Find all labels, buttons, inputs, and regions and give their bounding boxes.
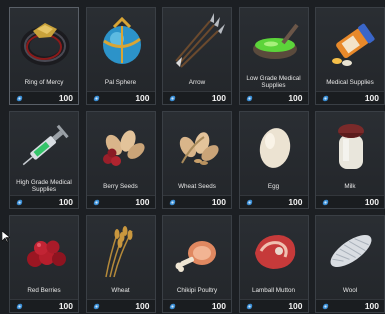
price-bar: 100 — [10, 195, 78, 208]
price-bar: 100 — [163, 91, 231, 104]
item-name: Pal Sphere — [104, 78, 137, 86]
pal-sphere-icon — [91, 12, 153, 72]
item-name: Medical Supplies — [326, 78, 374, 86]
poultry-icon — [167, 220, 229, 280]
price-bar: 100 — [239, 195, 308, 208]
item-name: High Grade Medical Supplies — [16, 179, 72, 193]
egg-icon — [244, 116, 306, 176]
price-bar: 100 — [316, 299, 384, 312]
item-slot-wheat[interactable]: Wheat 100 — [85, 215, 156, 313]
item-quantity: 100 — [364, 93, 379, 103]
item-name: Wheat — [111, 286, 130, 294]
medical-bowl-icon — [244, 12, 306, 72]
item-slot-medical-supplies[interactable]: Medical Supplies 100 — [315, 7, 385, 105]
item-name: Lamball Mutton — [251, 286, 296, 294]
price-bar: 100 — [316, 195, 384, 208]
item-name: Milk — [344, 182, 356, 190]
price-bar: 100 — [239, 299, 308, 312]
mutton-icon — [244, 220, 306, 280]
item-slot-wool[interactable]: Wool 100 — [315, 215, 385, 313]
item-name: Egg — [267, 182, 280, 190]
item-name: Wheat Seeds — [178, 182, 216, 190]
item-slot-berry-seeds[interactable]: Berry Seeds 100 — [85, 111, 156, 209]
currency-icon — [322, 95, 329, 101]
syringe-icon — [14, 116, 76, 176]
item-slot-arrow[interactable]: Arrow 100 — [162, 7, 232, 105]
item-slot-pal-sphere[interactable]: Pal Sphere 100 — [85, 7, 156, 105]
item-quantity: 100 — [135, 93, 150, 103]
currency-icon — [322, 303, 329, 309]
price-bar: 100 — [316, 91, 384, 104]
item-slot-chikipi-poultry[interactable]: Chikipi Poultry 100 — [162, 215, 232, 313]
item-quantity: 100 — [211, 93, 226, 103]
item-slot-red-berries[interactable]: Red Berries 100 — [9, 215, 79, 313]
item-slot-high-grade-medical-supplies[interactable]: High Grade Medical Supplies 100 — [9, 111, 79, 209]
currency-icon — [93, 95, 99, 101]
item-slot-egg[interactable]: Egg 100 — [238, 111, 309, 209]
item-name: Chikipi Poultry — [176, 286, 218, 294]
item-slot-lamball-mutton[interactable]: Lamball Mutton 100 — [238, 215, 309, 313]
price-bar: 100 — [86, 195, 155, 208]
price-bar: 100 — [239, 91, 308, 104]
currency-icon — [169, 303, 176, 309]
price-bar: 100 — [163, 195, 231, 208]
item-slot-low-grade-medical-supplies[interactable]: Low Grade Medical Supplies 100 — [238, 7, 309, 105]
currency-icon — [169, 95, 176, 101]
item-quantity: 100 — [58, 301, 73, 311]
currency-icon — [246, 199, 252, 205]
milk-jar-icon — [320, 116, 382, 176]
wheat-seeds-icon — [167, 116, 229, 176]
item-quantity: 100 — [288, 93, 303, 103]
item-quantity: 100 — [364, 301, 379, 311]
item-quantity: 100 — [288, 301, 303, 311]
item-slot-wheat-seeds[interactable]: Wheat Seeds 100 — [162, 111, 232, 209]
price-bar: 100 — [163, 299, 231, 312]
item-name: Ring of Mercy — [24, 78, 64, 86]
pill-bottle-icon — [320, 12, 382, 72]
currency-icon — [16, 95, 23, 101]
berry-seeds-icon — [91, 116, 153, 176]
item-slot-milk[interactable]: Milk 100 — [315, 111, 385, 209]
price-bar: 100 — [86, 91, 155, 104]
currency-icon — [322, 199, 329, 205]
price-bar: 100 — [10, 299, 78, 312]
item-quantity: 100 — [211, 301, 226, 311]
item-quantity: 100 — [58, 93, 73, 103]
mouse-cursor-icon — [2, 231, 10, 243]
item-slot-ring-of-mercy[interactable]: Ring of Mercy 100 — [9, 7, 79, 105]
item-name: Low Grade Medical Supplies — [246, 75, 301, 89]
item-quantity: 100 — [364, 197, 379, 207]
item-quantity: 100 — [211, 197, 226, 207]
wool-icon — [320, 220, 382, 280]
currency-icon — [246, 95, 252, 101]
shop-grid: Ring of Mercy 100 Pal Sphere 100 Arrow 1… — [0, 0, 385, 314]
price-bar: 100 — [10, 91, 78, 104]
currency-icon — [93, 199, 99, 205]
ring-icon — [14, 12, 76, 72]
item-name: Arrow — [188, 78, 206, 86]
item-name: Red Berries — [27, 286, 61, 294]
currency-icon — [169, 199, 176, 205]
wheat-icon — [91, 220, 153, 280]
item-quantity: 100 — [288, 197, 303, 207]
arrow-icon — [167, 12, 229, 72]
currency-icon — [16, 303, 23, 309]
item-quantity: 100 — [135, 197, 150, 207]
currency-icon — [93, 303, 99, 309]
price-bar: 100 — [86, 299, 155, 312]
item-quantity: 100 — [135, 301, 150, 311]
currency-icon — [246, 303, 252, 309]
currency-icon — [16, 199, 23, 205]
item-name: Wool — [342, 286, 358, 294]
item-quantity: 100 — [58, 197, 73, 207]
red-berries-icon — [14, 220, 76, 280]
item-name: Berry Seeds — [103, 182, 138, 190]
